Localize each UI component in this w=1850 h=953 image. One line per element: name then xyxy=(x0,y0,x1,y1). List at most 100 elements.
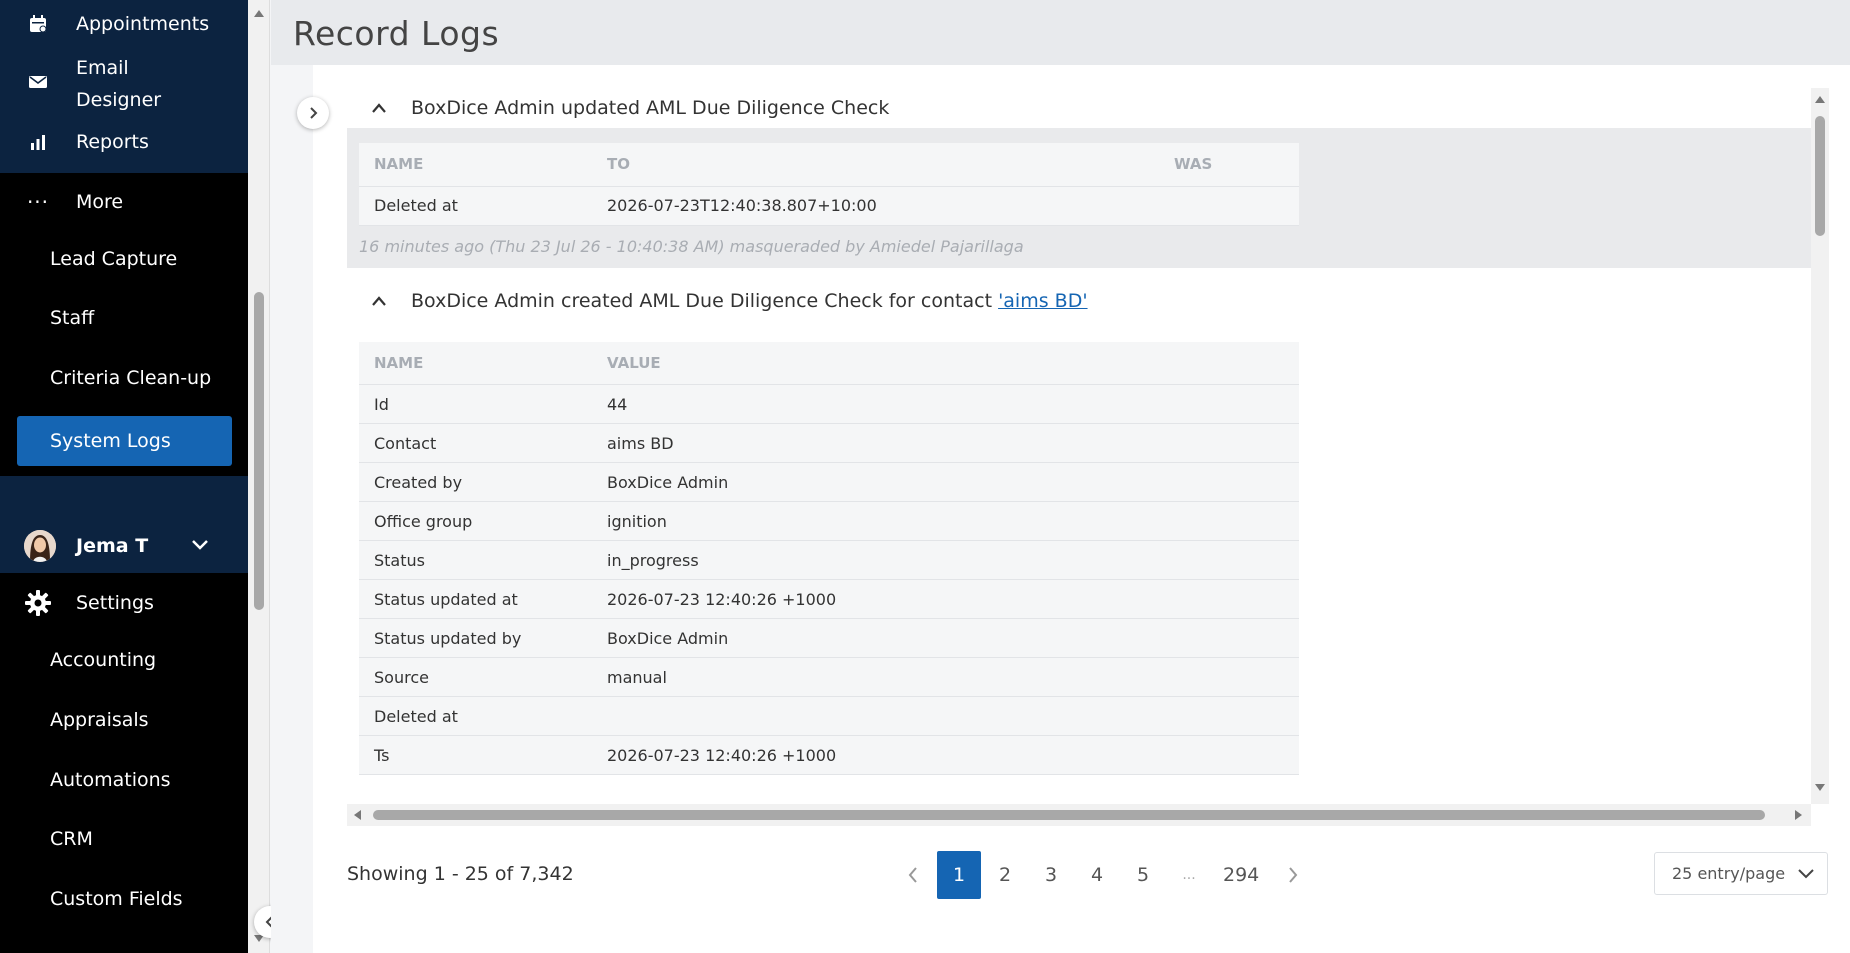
calendar-icon xyxy=(0,14,76,34)
sidebar-item-label: Settings xyxy=(76,592,154,614)
sidebar-item-email-designer[interactable]: Email Designer xyxy=(0,52,248,116)
next-page-button[interactable] xyxy=(1271,851,1315,899)
table-row: Source manual xyxy=(359,657,1299,697)
changes-table: NAME TO WAS Deleted at 2026-07-23T12:40:… xyxy=(359,143,1299,226)
pagination: 1 2 3 4 5 ... 294 xyxy=(891,851,1317,899)
chevron-up-icon[interactable] xyxy=(347,295,411,307)
chevron-down-icon xyxy=(190,534,210,559)
user-name: Jema T xyxy=(76,535,149,557)
per-page-value: 25 entry/page xyxy=(1672,864,1786,883)
column-header: VALUE xyxy=(592,341,1299,385)
cell-value: 2026-07-23 12:40:26 +1000 xyxy=(592,579,1299,619)
cell-value: in_progress xyxy=(592,540,1299,580)
log-entry-summary: BoxDice Admin updated AML Due Diligence … xyxy=(411,97,890,119)
table-row: Contact aims BD xyxy=(359,423,1299,463)
sidebar-item-appraisals[interactable]: Appraisals xyxy=(50,709,149,731)
column-header: WAS xyxy=(1159,143,1299,187)
values-table: NAME VALUE Id 44 Contact aims BD Created b… xyxy=(359,341,1299,775)
scroll-up-arrow-icon[interactable] xyxy=(254,10,264,17)
table-row: Deleted at xyxy=(359,696,1299,736)
page-button-current[interactable]: 1 xyxy=(937,851,981,899)
gear-icon xyxy=(0,589,76,617)
sidebar-item-automations[interactable]: Automations xyxy=(50,769,171,791)
log-entry-header[interactable]: BoxDice Admin created AML Due Diligence … xyxy=(347,272,1811,330)
log-list: BoxDice Admin updated AML Due Diligence … xyxy=(347,88,1811,804)
sidebar-item-label: Reports xyxy=(76,131,149,153)
scrollbar-thumb[interactable] xyxy=(254,292,264,610)
chevron-left-icon xyxy=(908,867,917,883)
page-button[interactable]: 4 xyxy=(1075,851,1119,899)
cell-name: Source xyxy=(359,657,592,697)
sidebar-item-accounting[interactable]: Accounting xyxy=(50,649,156,671)
log-entry-body: NAME TO WAS Deleted at 2026-07-23T12:40:… xyxy=(347,128,1811,268)
cell-to: 2026-07-23T12:40:38.807+10:00 xyxy=(592,186,1159,226)
table-row: Ts 2026-07-23 12:40:26 +1000 xyxy=(359,735,1299,775)
sidebar-item-settings[interactable]: Settings xyxy=(0,588,248,618)
summary-text: BoxDice Admin created AML Due Diligence … xyxy=(411,289,999,312)
table-row: Created by BoxDice Admin xyxy=(359,462,1299,502)
page-button[interactable]: 294 xyxy=(1213,851,1269,899)
scroll-right-arrow-icon[interactable] xyxy=(1795,810,1802,820)
column-header: NAME xyxy=(359,143,592,187)
cell-name: Deleted at xyxy=(359,186,592,226)
expand-filter-button[interactable] xyxy=(297,97,329,129)
cell-value: aims BD xyxy=(592,423,1299,463)
cell-value: 44 xyxy=(592,384,1299,424)
scroll-left-arrow-icon[interactable] xyxy=(354,810,361,820)
cell-value: BoxDice Admin xyxy=(592,462,1299,502)
cell-name: Office group xyxy=(359,501,592,541)
chevron-up-icon[interactable] xyxy=(347,102,411,114)
table-row: Status updated at 2026-07-23 12:40:26 +10… xyxy=(359,579,1299,619)
sidebar-item-staff[interactable]: Staff xyxy=(50,307,94,329)
cell-name: Status updated by xyxy=(359,618,592,658)
sidebar-scrollbar[interactable] xyxy=(248,0,270,953)
contact-link[interactable]: 'aims BD' xyxy=(998,290,1087,312)
cell-name: Deleted at xyxy=(359,696,592,736)
sidebar-item-system-logs[interactable]: System Logs xyxy=(17,416,232,466)
table-row: Office group ignition xyxy=(359,501,1299,541)
sidebar: Appointments Email Designer Reports ··· … xyxy=(0,0,248,953)
log-entry-header[interactable]: BoxDice Admin updated AML Due Diligence … xyxy=(347,88,1811,128)
sidebar-item-criteria-clean-up[interactable]: Criteria Clean-up xyxy=(50,367,211,389)
sidebar-item-more[interactable]: ··· More xyxy=(0,188,248,216)
table-row: Status in_progress xyxy=(359,540,1299,580)
sidebar-item-custom-fields[interactable]: Custom Fields xyxy=(50,888,183,910)
table-row: Id 44 xyxy=(359,384,1299,424)
main-area: Record Logs BoxDice Admin updated AML Du… xyxy=(271,0,1850,953)
cell-name: Created by xyxy=(359,462,592,502)
scrollbar-thumb[interactable] xyxy=(373,810,1765,820)
per-page-select[interactable]: 25 entry/page xyxy=(1654,852,1828,895)
page-title: Record Logs xyxy=(293,14,500,53)
scroll-down-arrow-icon[interactable] xyxy=(1815,784,1825,791)
log-entry-body: NAME VALUE Id 44 Contact aims BD Created b… xyxy=(347,329,1811,787)
sidebar-item-label: System Logs xyxy=(50,430,171,452)
cell-name: Contact xyxy=(359,423,592,463)
sidebar-item-lead-capture[interactable]: Lead Capture xyxy=(50,248,177,270)
scrollbar-thumb[interactable] xyxy=(1815,116,1825,236)
sidebar-item-label: More xyxy=(76,191,124,213)
log-entry-summary: BoxDice Admin created AML Due Diligence … xyxy=(411,290,1088,312)
bar-chart-icon xyxy=(0,133,76,151)
prev-page-button[interactable] xyxy=(891,851,935,899)
cell-name: Ts xyxy=(359,735,592,775)
envelope-icon xyxy=(0,52,76,90)
log-vertical-scrollbar[interactable] xyxy=(1811,88,1829,804)
page-ellipsis: ... xyxy=(1182,867,1196,883)
cell-value: BoxDice Admin xyxy=(592,618,1299,658)
chevron-right-icon xyxy=(1289,867,1298,883)
sidebar-item-reports[interactable]: Reports xyxy=(0,128,248,156)
page-button[interactable]: 2 xyxy=(983,851,1027,899)
chevron-down-icon xyxy=(1797,865,1815,887)
sidebar-item-appointments[interactable]: Appointments xyxy=(0,10,248,38)
log-horizontal-scrollbar[interactable] xyxy=(347,804,1811,826)
page-button[interactable]: 5 xyxy=(1121,851,1165,899)
table-row: Status updated by BoxDice Admin xyxy=(359,618,1299,658)
log-entry-meta: 16 minutes ago (Thu 23 Jul 26 - 10:40:38… xyxy=(359,236,1024,256)
chevron-right-icon xyxy=(310,107,318,119)
scroll-up-arrow-icon[interactable] xyxy=(1815,96,1825,103)
user-menu[interactable]: Jema T xyxy=(0,532,248,560)
sidebar-item-crm[interactable]: CRM xyxy=(50,828,93,850)
page-button[interactable]: 3 xyxy=(1029,851,1073,899)
cell-value: ignition xyxy=(592,501,1299,541)
column-header: NAME xyxy=(359,341,592,385)
